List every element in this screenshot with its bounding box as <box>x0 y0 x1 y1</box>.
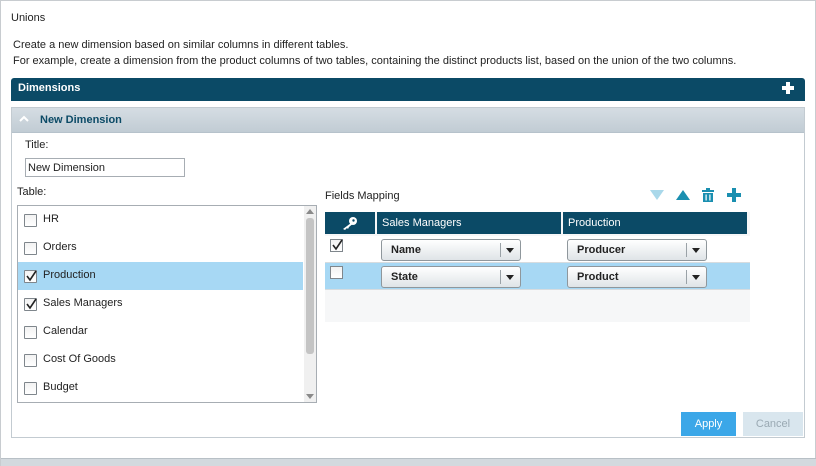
dimensions-bar: Dimensions <box>11 78 805 101</box>
table-row-sales-managers[interactable]: Sales Managers <box>18 290 303 318</box>
column-header-label: Production <box>568 217 621 229</box>
table-name: Sales Managers <box>43 297 123 309</box>
table-checkbox[interactable] <box>24 326 37 339</box>
dropdown-value: State <box>391 271 418 283</box>
dimensions-label: Dimensions <box>18 82 81 94</box>
new-dimension-title: New Dimension <box>40 114 122 126</box>
dropdown-value: Producer <box>577 244 626 256</box>
chevron-down-icon[interactable] <box>692 248 700 253</box>
page-title: Unions <box>11 12 46 24</box>
key-icon <box>343 217 357 230</box>
table-row-cost-of-goods[interactable]: Cost Of Goods <box>18 346 303 374</box>
table-row-production[interactable]: Production <box>18 262 303 290</box>
sales-managers-field-dropdown[interactable]: Name <box>381 239 521 261</box>
cancel-button[interactable]: Cancel <box>743 412 803 436</box>
move-down-icon[interactable] <box>648 186 666 204</box>
table-checkbox[interactable] <box>24 214 37 227</box>
checkmark-icon <box>332 239 343 251</box>
mapping-row[interactable]: Name Producer <box>325 236 750 263</box>
chevron-down-icon[interactable] <box>506 275 514 280</box>
description-line-1: Create a new dimension based on similar … <box>13 39 349 51</box>
title-input[interactable] <box>25 158 185 177</box>
column-header-label: Sales Managers <box>382 217 462 229</box>
table-name: Orders <box>43 241 77 253</box>
fields-mapping-grid: Sales Managers Production Name Producer <box>325 212 750 322</box>
scroll-up-icon[interactable] <box>306 209 314 214</box>
table-row-hr[interactable]: HR <box>18 206 303 234</box>
checkmark-icon <box>26 298 37 310</box>
fields-mapping-label: Fields Mapping <box>325 190 400 202</box>
table-name: HR <box>43 213 59 225</box>
mapping-row[interactable]: State Product <box>325 263 750 290</box>
plus-icon[interactable] <box>725 186 743 204</box>
scrollbar-thumb[interactable] <box>306 218 314 354</box>
column-header-production: Production <box>563 212 747 234</box>
apply-button[interactable]: Apply <box>681 412 736 436</box>
sales-managers-field-dropdown[interactable]: State <box>381 266 521 288</box>
production-field-dropdown[interactable]: Product <box>567 266 707 288</box>
trash-icon[interactable] <box>699 186 717 204</box>
key-column-header <box>325 212 375 234</box>
mapping-row-checkbox[interactable] <box>330 239 343 252</box>
bottom-border-bar <box>1 458 816 466</box>
chevron-down-icon[interactable] <box>692 275 700 280</box>
table-name: Cost Of Goods <box>43 353 116 365</box>
table-checkbox[interactable] <box>24 270 37 283</box>
table-checkbox[interactable] <box>24 354 37 367</box>
table-list-scrollbar[interactable] <box>304 206 316 402</box>
checkmark-icon <box>26 270 37 282</box>
description-line-2: For example, create a dimension from the… <box>13 55 737 67</box>
table-name: Budget <box>43 381 78 393</box>
table-list[interactable]: HR Orders Production Sales Managers Cale… <box>17 205 317 403</box>
new-dimension-panel: New Dimension Title: Table: HR Orders Pr… <box>11 107 805 438</box>
column-header-sales-managers: Sales Managers <box>377 212 561 234</box>
table-checkbox[interactable] <box>24 242 37 255</box>
table-label: Table: <box>17 186 47 198</box>
unions-dialog: Unions Create a new dimension based on s… <box>0 0 816 466</box>
scroll-down-icon[interactable] <box>306 394 314 399</box>
table-row-orders[interactable]: Orders <box>18 234 303 262</box>
add-dimension-plus-icon[interactable] <box>781 81 795 95</box>
chevron-down-icon[interactable] <box>506 248 514 253</box>
dropdown-value: Product <box>577 271 619 283</box>
dropdown-value: Name <box>391 244 421 256</box>
table-row-calendar[interactable]: Calendar <box>18 318 303 346</box>
table-checkbox[interactable] <box>24 382 37 395</box>
table-name: Production <box>43 269 96 281</box>
new-dimension-header[interactable]: New Dimension <box>12 108 804 133</box>
table-row-budget[interactable]: Budget <box>18 374 303 402</box>
title-label: Title: <box>25 139 49 151</box>
table-checkbox[interactable] <box>24 298 37 311</box>
mapping-row-checkbox[interactable] <box>330 266 343 279</box>
move-up-icon[interactable] <box>674 186 692 204</box>
production-field-dropdown[interactable]: Producer <box>567 239 707 261</box>
chevron-up-icon[interactable] <box>19 115 29 123</box>
table-name: Calendar <box>43 325 88 337</box>
